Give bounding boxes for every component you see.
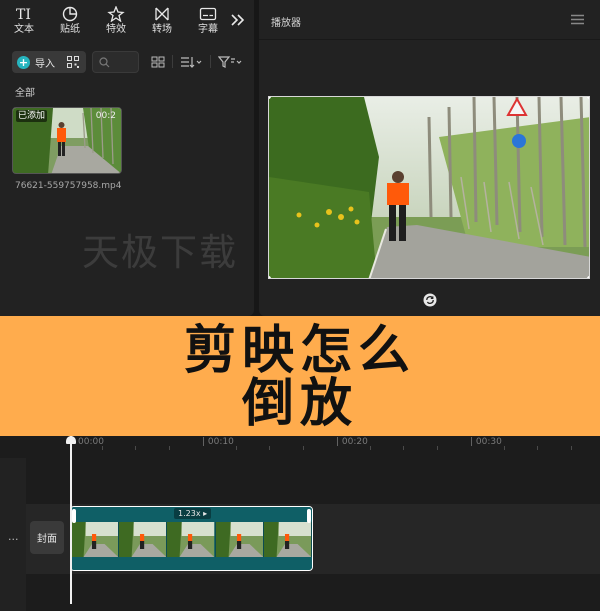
timeline-panel: 00:00 | 00:10 | 00:20 | 00:30 ··· 封面 1.2… xyxy=(0,436,600,611)
player-divider xyxy=(259,39,600,40)
ruler-tick-label: 00:00 xyxy=(78,437,104,447)
tool-label: 转场 xyxy=(152,23,172,35)
rotate-reset-icon[interactable] xyxy=(423,293,437,307)
ruler-tick-label: | 00:20 xyxy=(336,437,368,447)
crop-handle[interactable] xyxy=(269,276,271,278)
tool-text[interactable]: TI 文本 xyxy=(2,0,46,40)
cover-button[interactable]: 封面 xyxy=(30,521,64,554)
video-preview[interactable] xyxy=(268,96,590,279)
ruler-minor-tick xyxy=(169,446,170,450)
banner-title-line1: 剪映怎么 xyxy=(183,321,416,381)
filter-all-label[interactable]: 全部 xyxy=(15,84,35,99)
toolbar-divider xyxy=(210,55,211,68)
clip-footer xyxy=(71,557,312,570)
plus-icon: + xyxy=(17,55,30,69)
svg-text:TI: TI xyxy=(16,7,31,22)
search-icon xyxy=(99,57,110,68)
ruler-minor-tick xyxy=(303,446,304,450)
ruler-minor-tick xyxy=(269,446,270,450)
player-panel: 播放器 xyxy=(259,0,600,316)
text-icon: TI xyxy=(16,7,31,22)
tool-effects[interactable]: 特效 xyxy=(94,0,138,40)
hamburger-menu-icon[interactable] xyxy=(571,14,584,25)
double-chevron-right-icon[interactable] xyxy=(230,12,246,28)
tool-label: 文本 xyxy=(14,23,34,35)
ruler-minor-tick xyxy=(370,446,371,450)
clip-trim-handle-right[interactable] xyxy=(307,509,311,523)
preview-frame xyxy=(269,97,589,278)
clip-frame xyxy=(167,522,216,557)
media-filename: 76621-559757958.mp4 xyxy=(15,181,122,191)
video-clip[interactable]: 1.23x ▸ xyxy=(70,506,313,571)
banner-title-line2: 倒放 xyxy=(241,374,358,434)
clip-trim-handle-left[interactable] xyxy=(72,509,76,523)
crop-handle[interactable] xyxy=(587,276,589,278)
ruler-minor-tick xyxy=(571,446,572,450)
playhead[interactable] xyxy=(70,436,72,604)
media-item[interactable]: 已添加 00:2 xyxy=(12,107,122,174)
toolbar-divider xyxy=(172,55,173,68)
import-label: 导入 xyxy=(35,58,55,70)
tool-label: 特效 xyxy=(106,23,126,35)
qr-code-icon[interactable] xyxy=(67,56,79,68)
grid-view-icon[interactable] xyxy=(151,55,165,69)
feature-toolbar: TI 文本 贴纸 特效 转场 字幕 xyxy=(0,0,254,40)
clip-frame xyxy=(215,522,264,557)
search-input[interactable] xyxy=(113,54,137,70)
tool-label: 贴纸 xyxy=(60,23,80,35)
clip-frame xyxy=(119,522,168,557)
media-search[interactable] xyxy=(92,51,139,73)
added-badge: 已添加 xyxy=(16,110,48,122)
clip-filmstrip xyxy=(71,522,312,557)
tool-transition[interactable]: 转场 xyxy=(140,0,184,40)
effects-icon xyxy=(107,5,125,22)
ruler-minor-tick xyxy=(504,446,505,450)
watermark-text: 天极下载 xyxy=(82,231,238,274)
player-title: 播放器 xyxy=(271,18,301,29)
clip-frame xyxy=(71,522,120,557)
tool-label: 字幕 xyxy=(198,23,218,35)
crop-handle[interactable] xyxy=(587,97,589,99)
clip-frame xyxy=(263,522,312,557)
transition-icon xyxy=(155,7,169,20)
import-button[interactable]: + 导入 xyxy=(12,51,86,73)
ruler-tick-label: | 00:10 xyxy=(202,437,234,447)
ruler-minor-tick xyxy=(102,446,103,450)
sort-icon[interactable] xyxy=(180,55,202,69)
ruler-minor-tick xyxy=(135,446,136,450)
tool-sticker[interactable]: 贴纸 xyxy=(48,0,92,40)
media-duration: 00:2 xyxy=(95,111,116,121)
filter-icon[interactable] xyxy=(218,55,242,69)
ruler-minor-tick xyxy=(537,446,538,450)
timeline-ruler[interactable]: 00:00 | 00:10 | 00:20 | 00:30 xyxy=(72,436,600,450)
media-panel: TI 文本 贴纸 特效 转场 字幕 + 导入 全部 已添加 00:2 76621… xyxy=(0,0,254,316)
subtitle-icon xyxy=(199,7,217,20)
ruler-minor-tick xyxy=(236,446,237,450)
title-banner: 剪映怎么 倒放 xyxy=(0,316,600,436)
tool-subtitle[interactable]: 字幕 xyxy=(186,0,230,40)
track-more-icon[interactable]: ··· xyxy=(8,533,19,546)
ruler-minor-tick xyxy=(403,446,404,450)
ruler-minor-tick xyxy=(437,446,438,450)
sticker-icon xyxy=(62,6,78,21)
clip-speed-badge: 1.23x ▸ xyxy=(174,508,212,519)
ruler-tick-label: | 00:30 xyxy=(470,437,502,447)
